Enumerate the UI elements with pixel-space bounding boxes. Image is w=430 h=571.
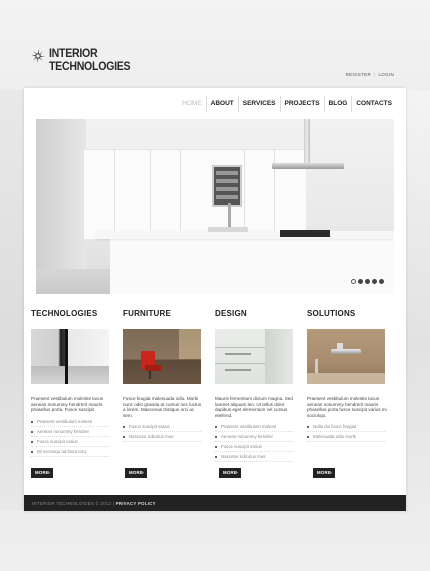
link-separator: |: [374, 72, 376, 77]
background-shade-left: [0, 90, 26, 510]
slider-dot[interactable]: [372, 279, 377, 284]
hero-wall: [36, 119, 86, 294]
column-title: DESIGN: [215, 309, 247, 318]
main-panel: HOME ABOUT SERVICES PROJECTS BLOG CONTAC…: [24, 88, 406, 511]
feature-columns: TECHNOLOGIES Praesent vestibulum molesti…: [31, 309, 399, 463]
hero-hood: [272, 163, 344, 169]
list-item[interactable]: Praesent vestibulum molesti: [31, 417, 109, 427]
list-item[interactable]: Malesuada odio morbi: [307, 432, 385, 443]
chevron-right-icon: ›: [236, 470, 238, 475]
site-footer: INTERIOR TECHNOLOGIES © 2012 | PRIVACY P…: [24, 495, 406, 511]
more-label: MORE: [35, 470, 49, 475]
list-item[interactable]: Nascetur ridiculus mus: [123, 432, 201, 443]
column-description: Mauris fermentum dictum magna. Sed laore…: [215, 396, 293, 418]
nav-item-projects[interactable]: PROJECTS: [279, 96, 324, 112]
nav-item-home[interactable]: HOME: [178, 96, 206, 112]
hero-sink: [208, 227, 248, 232]
column-technologies: TECHNOLOGIES Praesent vestibulum molesti…: [31, 309, 123, 462]
list-item[interactable]: Fusce suscipit varius: [215, 442, 293, 453]
chevron-right-icon: ›: [330, 470, 332, 475]
nav-item-about[interactable]: ABOUT: [205, 96, 238, 112]
more-label: MORE: [129, 470, 143, 475]
footer-text: INTERIOR TECHNOLOGIES © 2012 | PRIVACY P…: [32, 501, 156, 506]
more-button-design[interactable]: MORE ›: [219, 468, 241, 478]
account-links: REGISTER | LOGIN: [346, 72, 394, 77]
column-list: Fusce suscipit varius Nascetur ridiculus…: [123, 422, 201, 443]
nav-item-contacts[interactable]: CONTACTS: [351, 96, 396, 112]
column-list: Praesent vestibulum molesti Aenean nonum…: [215, 422, 293, 463]
list-item[interactable]: Fusce suscipit varius: [123, 422, 201, 433]
hero-oven: [212, 165, 242, 207]
slider-dot[interactable]: [358, 279, 363, 284]
nav-item-services[interactable]: SERVICES: [237, 96, 280, 112]
list-item[interactable]: Aenean nonummy hendrer: [31, 427, 109, 437]
slider-pagination: [351, 279, 384, 284]
site-logo[interactable]: INTERIOR TECHNOLOGIES: [31, 48, 137, 73]
list-item[interactable]: Praesent vestibulum molesti: [215, 422, 293, 433]
more-label: MORE: [317, 470, 331, 475]
column-list: Praesent vestibulum molesti Aenean nonum…: [31, 417, 109, 457]
list-item[interactable]: Fusce suscipit varius: [31, 437, 109, 447]
slider-dot[interactable]: [365, 279, 370, 284]
column-furniture: FURNITURE Fusce feugiat malesuada odio. …: [123, 309, 215, 462]
technologies-thumbnail[interactable]: [31, 329, 109, 384]
hero-hood-pipe: [304, 119, 310, 165]
background-shade-right: [404, 90, 430, 510]
main-nav: HOME ABOUT SERVICES PROJECTS BLOG CONTAC…: [178, 96, 396, 112]
hero-faucet: [228, 203, 231, 229]
more-button-technologies[interactable]: MORE ›: [31, 468, 53, 478]
column-list: Nulla dui fusce feugiat Malesuada odio m…: [307, 422, 385, 443]
column-design: DESIGN Mauris fermentum dictum magna. Se…: [215, 309, 307, 463]
chevron-right-icon: ›: [48, 470, 50, 475]
hero-island: [110, 237, 394, 294]
more-button-solutions[interactable]: MORE ›: [313, 468, 335, 478]
hero-floor: [36, 269, 116, 294]
copyright-text: INTERIOR TECHNOLOGIES © 2012: [32, 501, 112, 506]
login-link[interactable]: LOGIN: [378, 72, 394, 77]
list-item[interactable]: Mi sociosqu ad litora torq: [31, 447, 109, 457]
column-solutions: SOLUTIONS Praesent vestibulum molestie l…: [307, 309, 399, 462]
furniture-thumbnail[interactable]: [123, 329, 201, 384]
hero-counter: [96, 231, 394, 239]
sunburst-logo-icon: [31, 49, 45, 63]
nav-item-blog[interactable]: BLOG: [323, 96, 352, 112]
design-thumbnail[interactable]: [215, 329, 293, 384]
logo-text: INTERIOR TECHNOLOGIES: [49, 48, 131, 73]
more-button-furniture[interactable]: MORE ›: [125, 468, 147, 478]
hero-slider-image: [36, 119, 394, 294]
column-title: TECHNOLOGIES: [31, 309, 98, 318]
list-item[interactable]: Nascetur ridiculus mus: [215, 452, 293, 463]
column-title: FURNITURE: [123, 309, 172, 318]
column-description: Praesent vestibulum molestie lacus aenea…: [31, 396, 104, 413]
column-description: Fusce feugiat malesuada odio. Morbi nunc…: [123, 396, 202, 418]
slider-dot[interactable]: [351, 279, 356, 284]
more-label: MORE: [223, 470, 237, 475]
column-description: Praesent vestibulum molestie lacus aenea…: [307, 396, 387, 418]
list-item[interactable]: Nulla dui fusce feugiat: [307, 422, 385, 433]
solutions-thumbnail[interactable]: [307, 329, 385, 384]
chevron-right-icon: ›: [142, 470, 144, 475]
hero-cooktop: [280, 230, 330, 237]
register-link[interactable]: REGISTER: [346, 72, 371, 77]
slider-dot[interactable]: [379, 279, 384, 284]
column-title: SOLUTIONS: [307, 309, 356, 318]
privacy-policy-link[interactable]: PRIVACY POLICY: [116, 501, 156, 506]
list-item[interactable]: Aenean nonummy hendrer: [215, 432, 293, 443]
